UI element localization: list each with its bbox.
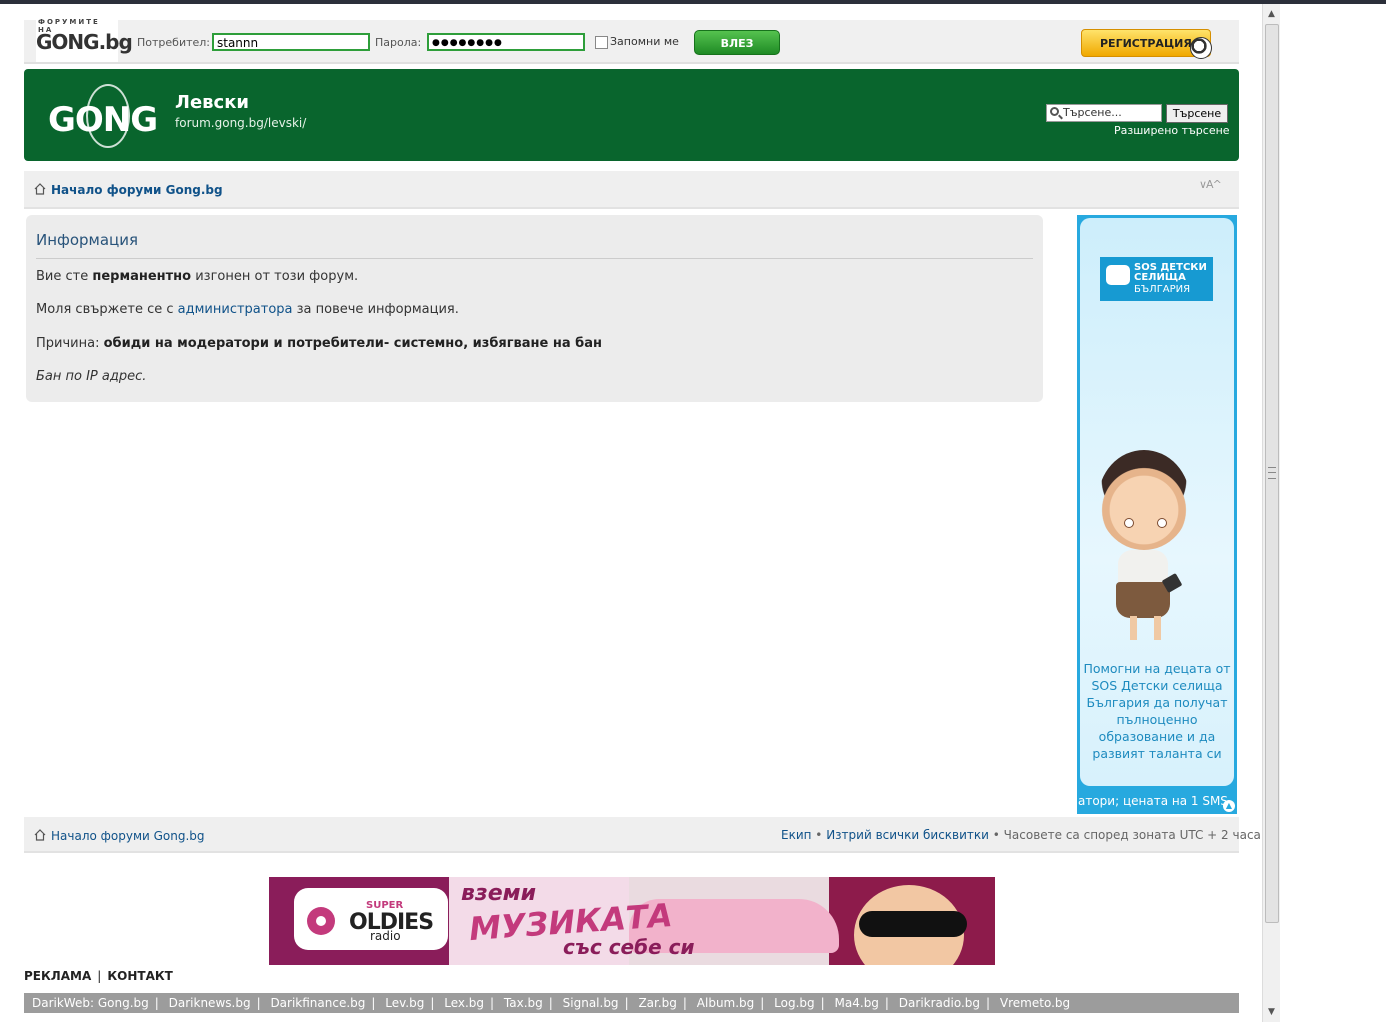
network-site-link[interactable]: Lex.bg [444,996,484,1010]
contact-message: Моля свържете се с администратора за пов… [36,302,459,317]
network-site-link[interactable]: Dariknews.bg [169,996,251,1010]
panel-divider [36,258,1033,259]
ban-message: Вие сте перманентно изгонен от този фору… [36,269,358,284]
child-illustration [1094,450,1194,646]
vertical-scrollbar[interactable]: ▲ ▼ [1262,4,1280,1022]
network-site-link[interactable]: Tax.bg [504,996,543,1010]
ban-message-prefix: Вие сте [36,269,93,284]
footer-links: Екип • Изтрий всички бисквитки • Часовет… [781,828,1261,842]
sunglasses-image [859,911,967,937]
network-site-link[interactable]: Lev.bg [385,996,424,1010]
ban-ip-note: Бан по IP адрес. [36,369,147,384]
forum-title[interactable]: Левски [175,92,249,113]
sos-logo: SOS ДЕТСКИ СЕЛИЩА БЪЛГАРИЯ [1100,257,1213,301]
contact-link[interactable]: КОНТАКТ [107,969,173,983]
network-site-link[interactable]: Ma4.bg [835,996,879,1010]
music-disc-icon [307,907,335,935]
network-label: DarikWeb: [32,996,95,1010]
search-button[interactable]: Търсене [1166,104,1228,123]
gong-logo-text: GONG [48,100,158,140]
username-label: Потребител: [137,36,211,49]
ad-text: Помогни на децата от SOS Детски селища Б… [1083,661,1231,761]
sos-children-icon [1106,265,1130,285]
footer-home-link[interactable]: Начало форуми Gong.bg [51,829,205,843]
administrator-link[interactable]: администратора [178,302,293,317]
ban-reason-label: Причина: [36,336,104,351]
banner-text-1: вземи [461,881,537,906]
banner-radio: radio [370,929,401,943]
login-button[interactable]: ВЛЕЗ [694,30,780,55]
scroll-up-icon[interactable]: ▲ [1263,6,1280,23]
football-icon [1190,37,1212,59]
darikweb-network-bar: DarikWeb: Gong.bg | Dariknews.bg | Darikfi… [24,993,1239,1013]
ads-link[interactable]: РЕКЛАМА [24,969,91,983]
window-margin [1280,4,1386,1024]
forum-url: forum.gong.bg/levski/ [175,116,307,130]
username-input[interactable]: stannn [212,33,370,51]
team-link[interactable]: Екип [781,828,811,842]
remember-me-checkbox[interactable] [595,36,608,49]
panel-title: Информация [36,231,139,249]
sos-logo-line3: БЪЛГАРИЯ [1134,284,1191,295]
ad-info-icon[interactable]: ▲ [1223,800,1235,812]
network-site-link[interactable]: Darikradio.bg [899,996,980,1010]
search-icon [1050,107,1059,116]
scroll-down-icon[interactable]: ▼ [1263,1004,1280,1021]
home-icon [34,183,46,195]
network-site-link[interactable]: Signal.bg [563,996,619,1010]
bottom-links: РЕКЛАМА | КОНТАКТ [24,969,173,983]
sos-logo-line1: SOS ДЕТСКИ СЕЛИЩА [1134,262,1207,283]
network-site-link[interactable]: Darikfinance.bg [270,996,365,1010]
search-input[interactable]: Търсене... [1046,104,1162,122]
ad-ticker: атори; цената на 1 SMS [1078,794,1228,808]
window-top-edge [0,0,1386,4]
font-size-change-icon[interactable]: ∨A^ [1199,178,1222,191]
scroll-thumb[interactable] [1265,24,1279,923]
gong-forums-logo[interactable]: ФОРУМИТЕ НА GONG.bg [36,18,133,62]
network-site-link[interactable]: Zar.bg [638,996,676,1010]
network-site-link[interactable]: Album.bg [697,996,755,1010]
network-site-link[interactable]: Vremeto.bg [1000,996,1070,1010]
oldies-radio-banner[interactable]: SUPER OLDIES radio вземи МУЗИКАТА със се… [269,877,995,965]
ban-reason: Причина: обиди на модератори и потребите… [36,336,602,351]
delete-cookies-link[interactable]: Изтрий всички бисквитки [826,828,989,842]
gong-logo[interactable]: GONG [48,82,158,148]
footer-home-icon [34,829,46,841]
network-site-link[interactable]: Log.bg [774,996,814,1010]
ban-message-suffix: изгонен от този форум. [191,269,359,284]
ban-reason-text: обиди на модератори и потребители- систе… [103,336,602,351]
breadcrumb-home-link[interactable]: Начало форуми Gong.bg [51,183,223,197]
ban-type: перманентно [92,269,192,284]
banner-text-3: със себе си [563,935,695,959]
password-label: Парола: [375,36,422,49]
logo-word: GONG.bg [36,30,133,54]
advanced-search-link[interactable]: Разширено търсене [1114,124,1230,137]
remember-me-label[interactable]: Запомни ме [610,35,679,48]
contact-message-suffix: за повече информация. [292,302,459,317]
contact-message-prefix: Моля свържете се с [36,302,178,317]
network-site-link[interactable]: Gong.bg [98,996,149,1010]
timezone-text: Часовете са според зоната UTC + 2 часа [1003,828,1261,842]
scroll-grip-icon [1268,467,1276,479]
password-input[interactable]: ●●●●●●●● [427,33,585,51]
